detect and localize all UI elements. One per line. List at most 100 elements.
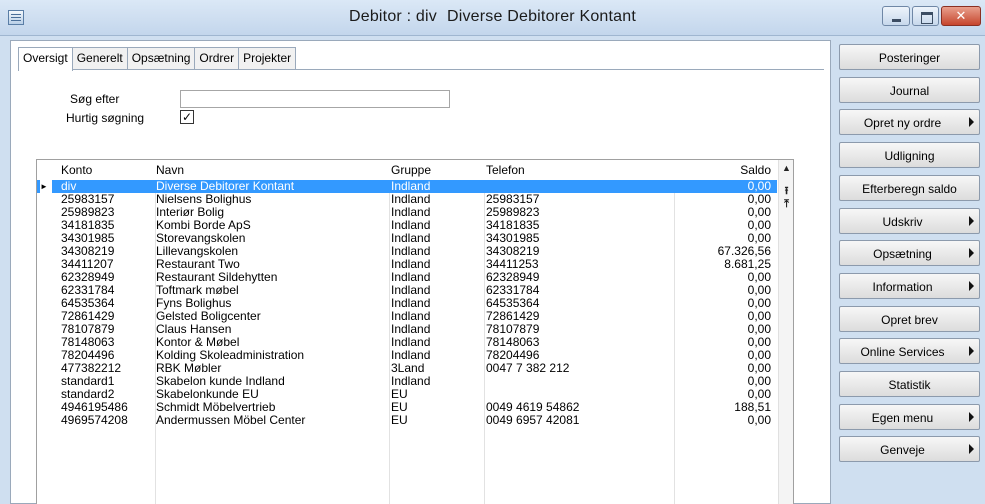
table-row[interactable]: 72861429 Gelsted Boligcenter Indland 728614…	[37, 310, 777, 323]
table-row[interactable]: 25983157 Nielsens Bolighus Indland 25983157…	[37, 193, 777, 206]
header-navn[interactable]: Navn	[156, 163, 184, 177]
cell-gruppe: Indland	[391, 193, 431, 206]
table-row[interactable]: 34308219 Lillevangskolen Indland 34308219 67…	[37, 245, 777, 258]
cell-saldo: 0,00	[747, 414, 771, 427]
cell-konto: standard1	[61, 375, 115, 388]
table-row[interactable]: 34411207 Restaurant Two Indland 34411253 8.6…	[37, 258, 777, 271]
header-gruppe[interactable]: Gruppe	[391, 163, 431, 177]
table-row[interactable]: 4969574208 Andermussen Möbel Center EU 0049…	[37, 414, 777, 427]
cell-gruppe: Indland	[391, 323, 431, 336]
sidebar-button-label: Genveje	[880, 443, 925, 458]
table-row[interactable]: 78148063 Kontor & Møbel Indland 78148063 0,0…	[37, 336, 777, 349]
cell-gruppe: EU	[391, 401, 408, 414]
cell-navn: Fyns Bolighus	[156, 297, 232, 310]
sidebar-button-egen-menu[interactable]: Egen menu	[839, 403, 980, 430]
quick-search-checkbox[interactable]: ✓	[180, 110, 194, 124]
table-row[interactable]: 477382212 RBK Møbler 3Land 0047 7 382 212 0,…	[37, 362, 777, 375]
sidebar-button-opsætning[interactable]: Opsætning	[839, 240, 980, 267]
cell-konto: standard2	[61, 388, 115, 401]
sidebar-button-statistik[interactable]: Statistik	[839, 371, 980, 397]
sidebar-button-information[interactable]: Information	[839, 272, 980, 299]
tab-ordrer[interactable]: Ordrer	[194, 47, 240, 69]
cell-konto: 477382212	[61, 362, 122, 375]
sidebar-button-online-services[interactable]: Online Services	[839, 338, 980, 365]
cell-telefon: 34411253	[486, 258, 539, 271]
cell-konto: 4946195486	[61, 401, 128, 414]
table-row[interactable]: 78107879 Claus Hansen Indland 78107879 0,00	[37, 323, 777, 336]
scroll-up-icon[interactable]: ▲	[779, 163, 793, 173]
sidebar-button-udskriv[interactable]: Udskriv	[839, 207, 980, 234]
submenu-arrow-icon	[969, 346, 974, 357]
cell-telefon: 25989823	[486, 206, 540, 219]
window-title-name: Diverse Debitorer Kontant	[446, 8, 637, 25]
cell-navn: Schmidt Möbelvertrieb	[156, 401, 276, 414]
table-row[interactable]: 62328949 Restaurant Sildehytten Indland 623…	[37, 271, 777, 284]
cell-navn: Skabelonkunde EU	[156, 388, 259, 401]
cell-konto: 62328949	[61, 271, 115, 284]
header-telefon[interactable]: Telefon	[486, 163, 525, 177]
tab-generelt[interactable]: Generelt	[71, 47, 128, 69]
submenu-arrow-icon	[969, 215, 974, 226]
sidebar-button-label: Udligning	[884, 149, 935, 164]
table-row[interactable]: 4946195486 Schmidt Möbelvertrieb EU 0049 46…	[37, 401, 777, 414]
cell-konto: 4969574208	[61, 414, 128, 427]
cell-telefon: 72861429	[486, 310, 540, 323]
sidebar-button-posteringer[interactable]: Posteringer	[839, 44, 980, 70]
move-top-icon[interactable]: ⤒	[779, 198, 793, 211]
current-row-indicator-icon: ►	[40, 180, 52, 193]
sidebar-button-opret-ny-ordre[interactable]: Opret ny ordre	[839, 109, 980, 136]
cell-saldo: 0,00	[747, 388, 771, 401]
tab-projekter[interactable]: Projekter	[238, 47, 297, 69]
table-row[interactable]: ► div Diverse Debitorer Kontant Indland 0,00	[37, 180, 777, 193]
cell-gruppe: Indland	[391, 349, 431, 362]
cell-konto: 25989823	[61, 206, 115, 219]
sidebar-button-udligning[interactable]: Udligning	[839, 142, 980, 169]
sidebar-button-label: Udskriv	[882, 214, 923, 229]
table-row[interactable]: 64535364 Fyns Bolighus Indland 64535364 0,00	[37, 297, 777, 310]
cell-konto: 64535364	[61, 297, 115, 310]
sidebar-button-genveje[interactable]: Genveje	[839, 436, 980, 463]
table-row[interactable]: 25989823 Interiør Bolig Indland 25989823 0,0…	[37, 206, 777, 219]
cell-saldo: 67.326,56	[717, 245, 771, 258]
tab-strip: Oversigt Generelt Opsætning Ordrer Proje…	[18, 47, 297, 71]
cell-navn: Lillevangskolen	[156, 245, 239, 258]
cell-telefon: 64535364	[486, 297, 540, 310]
table-row[interactable]: standard1 Skabelon kunde Indland Indland 0,…	[37, 375, 777, 388]
cell-gruppe: Indland	[391, 297, 431, 310]
cell-konto: 34301985	[61, 232, 115, 245]
cell-navn: Storevangskolen	[156, 232, 246, 245]
cell-navn: Restaurant Two	[156, 258, 240, 271]
cell-konto: 34411207	[61, 258, 114, 271]
cell-konto: 62331784	[61, 284, 115, 297]
table-row[interactable]: 34301985 Storevangskolen Indland 34301985 0,…	[37, 232, 777, 245]
search-input[interactable]	[180, 90, 450, 108]
table-row[interactable]: 34181835 Kombi Borde ApS Indland 34181835 0,…	[37, 219, 777, 232]
sidebar-button-opret-brev[interactable]: Opret brev	[839, 305, 980, 332]
table-row[interactable]: 62331784 Toftmark møbel Indland 62331784 0,0…	[37, 284, 777, 297]
minimize-button[interactable]	[882, 6, 910, 26]
table-row[interactable]: 78204496 Kolding Skoleadministration Indla…	[37, 349, 777, 362]
cell-telefon: 25983157	[486, 193, 540, 206]
tab-opsaetning[interactable]: Opsætning	[126, 47, 196, 69]
search-label: Søg efter	[70, 92, 120, 106]
cell-konto: 78107879	[61, 323, 115, 336]
cell-gruppe: Indland	[391, 284, 431, 297]
sidebar-button-efterberegn-saldo[interactable]: Efterberegn saldo	[839, 174, 980, 201]
cell-saldo: 0,00	[747, 310, 771, 323]
cell-gruppe: Indland	[391, 219, 431, 232]
maximize-button[interactable]	[912, 6, 939, 26]
cell-navn: Andermussen Möbel Center	[156, 414, 306, 427]
close-button[interactable]	[941, 6, 981, 26]
cell-gruppe: EU	[391, 388, 408, 401]
cell-saldo: 0,00	[747, 375, 771, 388]
cell-saldo: 0,00	[747, 284, 771, 297]
tab-oversigt[interactable]: Oversigt	[18, 47, 73, 71]
cell-telefon: 34308219	[486, 245, 540, 258]
cell-telefon: 78148063	[486, 336, 540, 349]
header-saldo[interactable]: Saldo	[677, 163, 771, 177]
sidebar-button-journal[interactable]: Journal	[839, 76, 980, 103]
vertical-scrollbar[interactable]: ▲ ⭱ ⤒	[778, 160, 793, 504]
table-row[interactable]: standard2 Skabelonkunde EU EU 0,00	[37, 388, 777, 401]
header-konto[interactable]: Konto	[61, 163, 92, 177]
cell-gruppe: Indland	[391, 206, 431, 219]
